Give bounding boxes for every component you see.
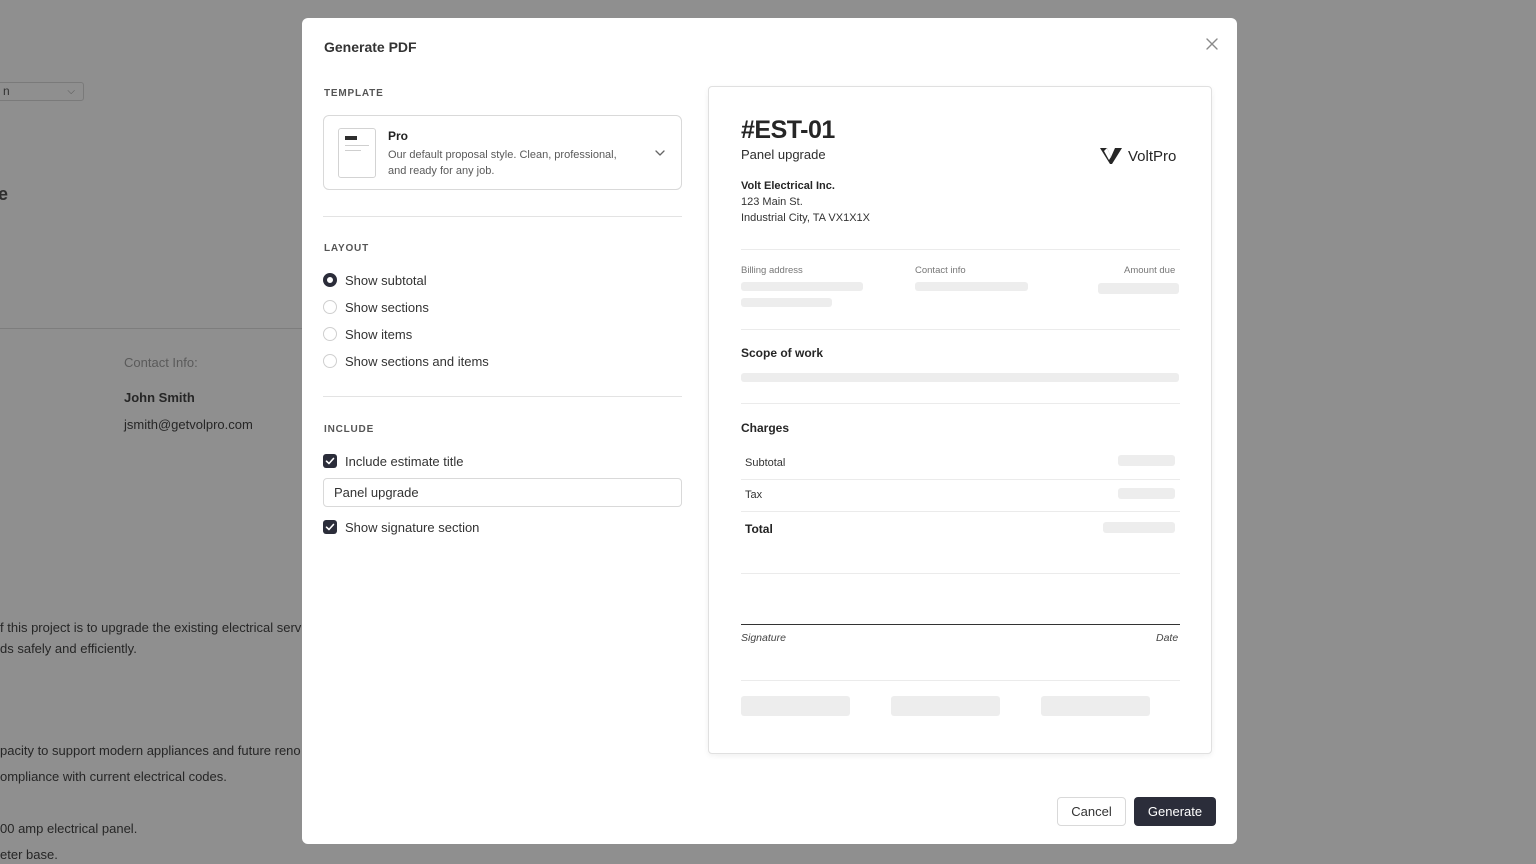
preview-divider xyxy=(741,511,1180,512)
generate-button[interactable]: Generate xyxy=(1134,797,1216,826)
radio-button[interactable] xyxy=(323,300,337,314)
radio-show-subtotal[interactable]: Show subtotal xyxy=(323,271,427,289)
placeholder-bar xyxy=(1118,455,1175,466)
template-name: Pro xyxy=(388,129,409,143)
section-divider xyxy=(323,396,682,397)
template-select[interactable]: Pro Our default proposal style. Clean, p… xyxy=(323,115,682,190)
background-paragraph-line: eter base. xyxy=(0,847,58,862)
preview-divider xyxy=(741,479,1180,480)
background-divider xyxy=(0,328,302,329)
background-select: n ⌵ xyxy=(0,82,84,101)
contact-info-label: Contact info xyxy=(915,265,966,276)
cancel-button[interactable]: Cancel xyxy=(1057,797,1126,826)
background-heading: e xyxy=(0,184,9,204)
placeholder-bar xyxy=(1103,522,1175,533)
generate-pdf-dialog: Generate PDF TEMPLATE Pro Our default pr… xyxy=(302,18,1237,844)
background-contact-label: Contact Info: xyxy=(124,355,198,370)
placeholder-bar xyxy=(741,282,863,291)
radio-show-sections[interactable]: Show sections xyxy=(323,298,429,316)
radio-button[interactable] xyxy=(323,354,337,368)
charges-heading: Charges xyxy=(741,421,790,435)
company-name: Volt Electrical Inc. xyxy=(741,180,835,192)
placeholder-bar xyxy=(741,373,1179,382)
radio-label: Show sections and items xyxy=(345,353,489,369)
brand-logo: VoltPro xyxy=(1099,147,1176,165)
placeholder-bar xyxy=(741,298,832,307)
placeholder-block xyxy=(741,696,850,716)
placeholder-bar xyxy=(915,282,1028,291)
include-estimate-title-checkbox[interactable]: Include estimate title xyxy=(323,452,464,470)
radio-show-sections-and-items[interactable]: Show sections and items xyxy=(323,352,489,370)
template-description: Our default proposal style. Clean, profe… xyxy=(388,149,617,177)
preview-divider xyxy=(741,403,1180,404)
checkbox-checked[interactable] xyxy=(323,520,337,534)
signature-label: Signature xyxy=(741,632,786,644)
checkbox-label: Include estimate title xyxy=(345,453,464,469)
placeholder-bar xyxy=(1118,488,1175,499)
placeholder-block xyxy=(891,696,1000,716)
total-label: Total xyxy=(745,522,773,536)
layout-section-label: LAYOUT xyxy=(324,243,369,254)
subtotal-label: Subtotal xyxy=(745,457,786,469)
background-paragraph-line: ds safely and efficiently. xyxy=(0,641,137,656)
section-divider xyxy=(323,216,682,217)
amount-due-label: Amount due xyxy=(1124,265,1176,276)
radio-label: Show subtotal xyxy=(345,272,427,288)
estimate-number: #EST-01 xyxy=(741,116,835,144)
check-icon xyxy=(325,523,335,531)
background-paragraph-line: ompliance with current electrical codes. xyxy=(0,769,227,784)
company-address-line: Industrial City, TA VX1X1X xyxy=(741,212,871,224)
background-contact-name: John Smith xyxy=(124,390,195,405)
brand-name: VoltPro xyxy=(1128,147,1177,165)
preview-divider xyxy=(741,249,1180,250)
background-paragraph-line: pacity to support modern appliances and … xyxy=(0,743,301,758)
placeholder-block xyxy=(1041,696,1150,716)
company-address-line: 123 Main St. xyxy=(741,196,803,208)
include-section-label: INCLUDE xyxy=(324,424,375,435)
show-signature-checkbox[interactable]: Show signature section xyxy=(323,518,479,536)
pdf-preview: #EST-01 Panel upgrade VoltPro Volt Elect… xyxy=(708,86,1212,754)
background-select-value: n xyxy=(3,84,10,98)
placeholder-bar xyxy=(1098,283,1179,294)
preview-divider xyxy=(741,573,1180,574)
background-contact-email: jsmith@getvolpro.com xyxy=(124,417,253,432)
tax-label: Tax xyxy=(745,489,763,501)
radio-label: Show sections xyxy=(345,299,429,315)
background-paragraph-line: 00 amp electrical panel. xyxy=(0,821,138,836)
estimate-title-input[interactable] xyxy=(323,478,682,507)
scope-of-work-heading: Scope of work xyxy=(741,346,824,360)
checkbox-label: Show signature section xyxy=(345,519,480,535)
signature-line xyxy=(741,624,1180,625)
voltpro-logo-icon xyxy=(1100,148,1122,164)
estimate-title: Panel upgrade xyxy=(741,147,826,162)
close-button[interactable] xyxy=(1202,34,1222,54)
dialog-title: Generate PDF xyxy=(324,39,417,55)
radio-label: Show items xyxy=(345,326,413,342)
preview-divider xyxy=(741,680,1180,681)
date-label: Date xyxy=(1156,632,1179,644)
template-thumbnail xyxy=(338,128,376,178)
preview-divider xyxy=(741,329,1180,330)
radio-button-checked[interactable] xyxy=(323,273,337,287)
background-paragraph-line: f this project is to upgrade the existin… xyxy=(0,620,302,635)
close-icon xyxy=(1206,38,1218,50)
chevron-down-icon: ⌵ xyxy=(67,86,75,97)
radio-button[interactable] xyxy=(323,327,337,341)
billing-address-label: Billing address xyxy=(741,265,803,276)
check-icon xyxy=(325,457,335,465)
radio-show-items[interactable]: Show items xyxy=(323,325,412,343)
chevron-down-icon xyxy=(655,150,665,156)
template-section-label: TEMPLATE xyxy=(324,88,384,99)
checkbox-checked[interactable] xyxy=(323,454,337,468)
